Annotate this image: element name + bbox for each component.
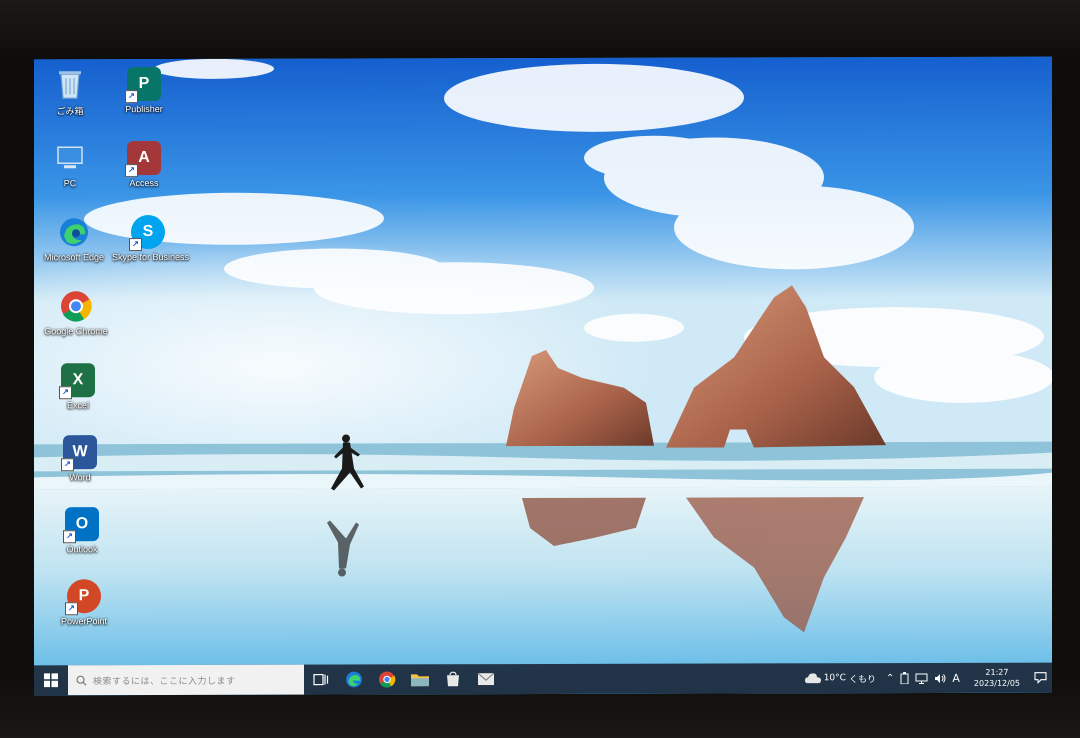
desktop-icon-label: Google Chrome — [44, 326, 108, 337]
chrome-icon — [59, 289, 93, 323]
desktop-icon-label: PowerPoint — [60, 616, 108, 627]
notification-icon — [1033, 672, 1047, 684]
desktop-icon-access[interactable]: A ↗ Access — [108, 141, 180, 201]
desktop-icon-chrome[interactable]: Google Chrome — [40, 289, 112, 349]
skype-icon: S ↗ — [129, 214, 165, 252]
taskbar: 検索するには、ここに入力します 10°C くもり ⌃ A 21:27 2023/… — [34, 662, 1052, 696]
edge-icon — [57, 215, 91, 249]
excel-icon: X ↗ — [59, 363, 95, 400]
edge-icon — [345, 671, 362, 688]
shortcut-arrow-icon: ↗ — [125, 90, 138, 104]
desktop-icon-label: ごみ箱 — [56, 106, 84, 117]
clock-time: 21:27 — [985, 667, 1009, 677]
recycle-bin-icon — [53, 67, 87, 101]
desktop-icon-label: Access — [129, 178, 159, 189]
search-icon — [76, 675, 87, 686]
desktop-icon-excel[interactable]: X ↗ Excel — [42, 363, 114, 423]
weather-widget[interactable]: 10°C くもり — [804, 672, 876, 685]
shortcut-arrow-icon: ↗ — [125, 164, 138, 178]
shortcut-arrow-icon: ↗ — [63, 530, 76, 544]
tray-icons: ⌃ A — [886, 671, 960, 684]
desktop-icon-edge[interactable]: Microsoft Edge — [38, 215, 110, 275]
volume-icon[interactable] — [934, 672, 946, 683]
desktop-icon-word[interactable]: W ↗ Word — [44, 435, 116, 495]
clock-date: 2023/12/05 — [973, 678, 1020, 688]
windows-logo-icon — [44, 673, 58, 688]
desktop-icon-publisher[interactable]: P ↗ Publisher — [108, 67, 180, 127]
taskbar-file-explorer-button[interactable] — [403, 664, 436, 694]
desktop-icon-label: Microsoft Edge — [43, 252, 105, 263]
taskbar-edge-button[interactable] — [337, 664, 370, 694]
desktop-wallpaper — [34, 56, 1052, 696]
access-icon: A ↗ — [125, 141, 161, 178]
taskbar-mail-button[interactable] — [469, 664, 502, 694]
chrome-icon — [378, 671, 395, 688]
weather-condition: くもり — [848, 674, 876, 685]
network-icon[interactable] — [915, 672, 928, 684]
cloud-icon — [804, 673, 821, 684]
shortcut-arrow-icon: ↗ — [129, 238, 142, 252]
shortcut-arrow-icon: ↗ — [65, 602, 78, 616]
task-view-button[interactable] — [304, 665, 337, 695]
desktop-icon-recycle-bin[interactable]: ごみ箱 — [34, 67, 106, 127]
word-icon: W ↗ — [61, 435, 97, 472]
task-view-icon — [312, 673, 328, 686]
taskbar-search-input[interactable]: 検索するには、ここに入力します — [68, 664, 304, 696]
desktop-icon-outlook[interactable]: O ↗ Outlook — [46, 507, 118, 567]
pc-icon — [53, 141, 87, 175]
outlook-icon: O ↗ — [63, 507, 99, 544]
taskbar-store-button[interactable] — [436, 664, 469, 694]
desktop-icon-label: Word — [69, 472, 91, 483]
ime-indicator[interactable]: A — [952, 671, 960, 684]
shortcut-arrow-icon: ↗ — [61, 458, 74, 472]
desktop-icon-label: Publisher — [125, 103, 163, 115]
notification-center-button[interactable] — [1028, 672, 1052, 684]
desktop-icon-label: Outlook — [66, 544, 98, 555]
desktop-icon-pc[interactable]: PC — [34, 141, 106, 201]
system-tray: 10°C くもり ⌃ A 21:27 2023/12/05 — [804, 663, 1052, 694]
shortcut-arrow-icon: ↗ — [59, 386, 72, 400]
desktop-icon-skype[interactable]: S ↗ Skype for Business — [112, 214, 190, 275]
desktop-icon-powerpoint[interactable]: P ↗ PowerPoint — [48, 579, 120, 639]
desktop-icon-label: Excel — [66, 400, 89, 411]
desktop-screen: ごみ箱 P ↗ Publisher PC A ↗ Access Microsoft … — [34, 56, 1052, 696]
file-explorer-icon — [410, 674, 429, 687]
publisher-icon: P ↗ — [125, 67, 161, 104]
powerpoint-icon: P ↗ — [65, 579, 101, 616]
store-icon — [446, 671, 459, 687]
taskbar-chrome-button[interactable] — [370, 664, 403, 694]
desktop-icon-label: PC — [63, 178, 77, 189]
battery-icon[interactable] — [900, 672, 909, 685]
start-button[interactable] — [34, 665, 68, 695]
mail-icon — [477, 673, 494, 686]
search-placeholder: 検索するには、ここに入力します — [93, 676, 236, 687]
chevron-up-icon[interactable]: ⌃ — [886, 673, 894, 684]
desktop-icon-label: Skype for Business — [112, 251, 190, 263]
taskbar-clock[interactable]: 21:27 2023/12/05 — [974, 667, 1020, 689]
weather-temp: 10°C — [823, 673, 846, 684]
